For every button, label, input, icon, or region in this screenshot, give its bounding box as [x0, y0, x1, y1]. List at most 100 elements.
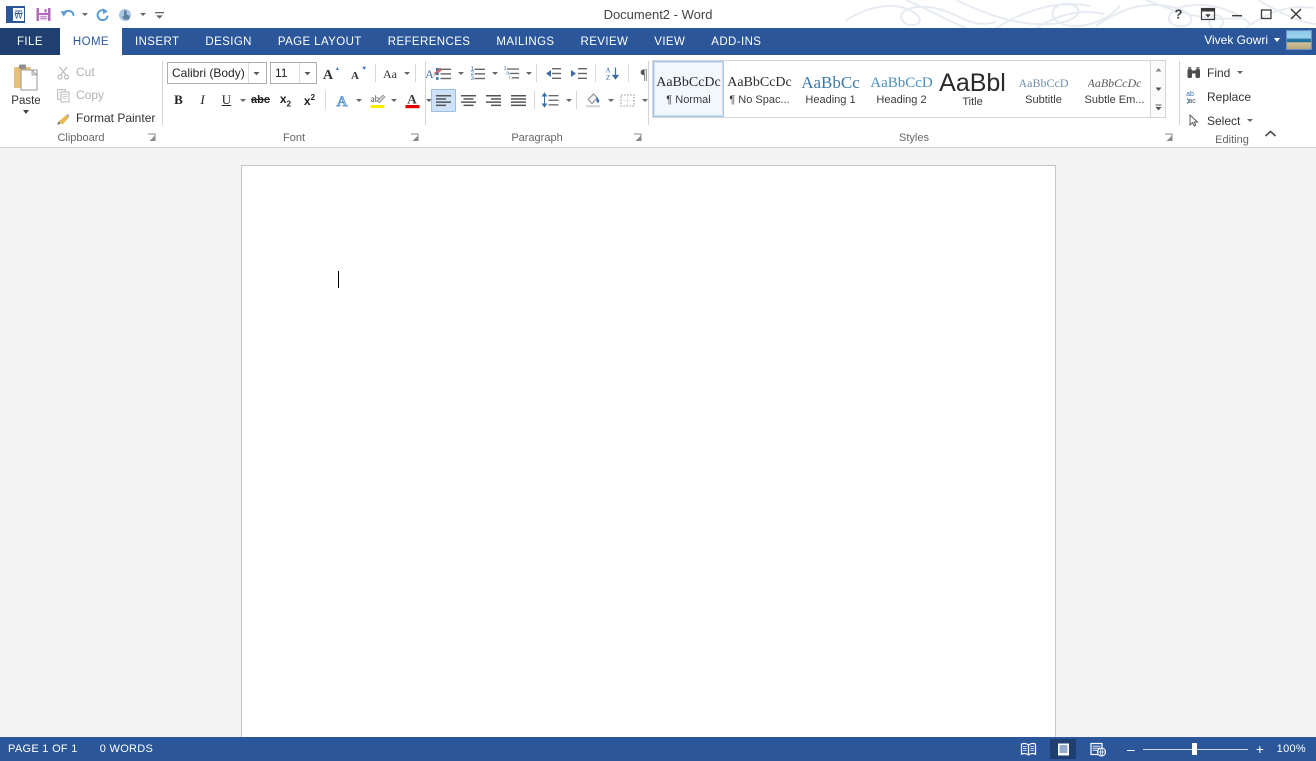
- styles-dialog-launcher[interactable]: [1163, 132, 1175, 144]
- line-spacing-dropdown-icon[interactable]: [564, 89, 573, 111]
- style-item-heading-1[interactable]: AaBbCc Heading 1: [795, 61, 866, 117]
- styles-scroll-buttons[interactable]: [1150, 61, 1165, 117]
- underline-dropdown-icon[interactable]: [238, 89, 247, 111]
- web-layout-button[interactable]: [1085, 739, 1111, 759]
- numbering-button[interactable]: 1 2 3: [465, 62, 499, 85]
- styles-scroll-down-button[interactable]: [1151, 80, 1165, 99]
- numbering-dropdown-icon[interactable]: [490, 62, 499, 84]
- cut-button[interactable]: Cut: [52, 61, 159, 83]
- undo-dropdown-icon[interactable]: [80, 3, 89, 25]
- style-item-subtle-emphasis[interactable]: AaBbCcDc Subtle Em...: [1079, 61, 1150, 117]
- read-mode-button[interactable]: [1015, 739, 1041, 759]
- bold-button[interactable]: B: [167, 89, 190, 112]
- highlight-dropdown-icon[interactable]: [390, 89, 399, 111]
- tab-insert[interactable]: INSERT: [122, 28, 192, 55]
- find-button[interactable]: Find: [1186, 61, 1254, 84]
- style-item-normal[interactable]: AaBbCcDc ¶ Normal: [653, 61, 724, 117]
- replace-button[interactable]: ab ac Replace: [1186, 85, 1254, 108]
- chevron-down-icon[interactable]: [1274, 38, 1280, 42]
- text-effects-dropdown-icon[interactable]: [355, 89, 364, 111]
- zoom-in-button[interactable]: +: [1255, 741, 1265, 757]
- tab-design[interactable]: DESIGN: [192, 28, 265, 55]
- select-button[interactable]: Select: [1186, 109, 1254, 132]
- style-item-subtitle[interactable]: AaBbCcD Subtitle: [1008, 61, 1079, 117]
- decrease-indent-button[interactable]: [540, 62, 566, 85]
- font-name-dropdown-icon[interactable]: [248, 63, 263, 83]
- multilevel-list-dropdown-icon[interactable]: [524, 62, 533, 84]
- undo-button[interactable]: [56, 3, 79, 25]
- paragraph-dialog-launcher[interactable]: [632, 132, 644, 144]
- line-spacing-button[interactable]: [538, 89, 573, 112]
- copy-button[interactable]: Copy: [52, 84, 159, 106]
- grow-font-button[interactable]: A: [318, 62, 344, 85]
- borders-dropdown-icon[interactable]: [640, 89, 649, 111]
- center-button[interactable]: [456, 89, 481, 112]
- tab-mailings[interactable]: MAILINGS: [483, 28, 567, 55]
- shrink-font-button[interactable]: A: [345, 62, 371, 85]
- underline-button[interactable]: U: [215, 89, 247, 112]
- account-area[interactable]: Vivek Gowri: [1204, 30, 1312, 50]
- tab-review[interactable]: REVIEW: [568, 28, 642, 55]
- collapse-ribbon-button[interactable]: [1263, 127, 1278, 145]
- customize-qat-button[interactable]: [148, 3, 171, 25]
- change-case-dropdown-icon[interactable]: [402, 62, 411, 84]
- tab-references[interactable]: REFERENCES: [375, 28, 484, 55]
- document-page[interactable]: [241, 165, 1056, 745]
- zoom-out-button[interactable]: –: [1126, 741, 1136, 757]
- word-count[interactable]: 0 WORDS: [100, 743, 153, 755]
- font-size-combo[interactable]: 11: [270, 62, 317, 84]
- sort-button[interactable]: A Z: [599, 62, 625, 85]
- style-item-no-spacing[interactable]: AaBbCcDc ¶ No Spac...: [724, 61, 795, 117]
- bullets-dropdown-icon[interactable]: [456, 62, 465, 84]
- redo-button[interactable]: [90, 3, 113, 25]
- touch-mode-dropdown-icon[interactable]: [138, 3, 147, 25]
- zoom-level[interactable]: 100%: [1272, 743, 1306, 755]
- print-layout-button[interactable]: [1050, 739, 1076, 759]
- zoom-slider-thumb[interactable]: [1192, 743, 1197, 755]
- tab-view[interactable]: VIEW: [641, 28, 698, 55]
- styles-gallery[interactable]: AaBbCcDc ¶ Normal AaBbCcDc ¶ No Spac... …: [652, 60, 1166, 118]
- restore-button[interactable]: [1251, 1, 1280, 27]
- find-dropdown-icon[interactable]: [1235, 62, 1244, 84]
- strikethrough-button[interactable]: abc: [248, 89, 273, 112]
- shading-button[interactable]: [580, 89, 615, 112]
- avatar[interactable]: [1286, 30, 1312, 50]
- format-painter-button[interactable]: Format Painter: [52, 107, 159, 129]
- style-item-heading-2[interactable]: AaBbCcD Heading 2: [866, 61, 937, 117]
- bullets-button[interactable]: [431, 62, 465, 85]
- paste-button[interactable]: Paste: [0, 59, 52, 114]
- close-button[interactable]: [1280, 1, 1312, 27]
- font-dialog-launcher[interactable]: [409, 132, 421, 144]
- text-highlight-color-button[interactable]: ab: [365, 89, 399, 112]
- tab-add-ins[interactable]: ADD-INS: [698, 28, 774, 55]
- multilevel-list-button[interactable]: 1 a i: [499, 62, 533, 85]
- select-dropdown-icon[interactable]: [1245, 110, 1254, 132]
- tab-home[interactable]: HOME: [59, 28, 122, 55]
- borders-button[interactable]: [615, 89, 649, 112]
- zoom-slider[interactable]: [1143, 743, 1248, 755]
- tab-page-layout[interactable]: PAGE LAYOUT: [265, 28, 375, 55]
- tab-file[interactable]: FILE: [0, 28, 60, 55]
- minimize-button[interactable]: [1222, 1, 1251, 27]
- font-name-combo[interactable]: Calibri (Body): [167, 62, 267, 84]
- styles-more-button[interactable]: [1151, 98, 1165, 117]
- styles-scroll-up-button[interactable]: [1151, 61, 1165, 80]
- ribbon-display-options-button[interactable]: [1193, 1, 1222, 27]
- justify-button[interactable]: [506, 89, 531, 112]
- align-left-button[interactable]: [431, 88, 456, 112]
- page-info[interactable]: PAGE 1 OF 1: [8, 743, 78, 755]
- change-case-button[interactable]: Aa: [380, 62, 411, 85]
- superscript-button[interactable]: x2: [298, 89, 321, 112]
- paste-dropdown-icon[interactable]: [23, 110, 29, 114]
- font-size-dropdown-icon[interactable]: [299, 63, 314, 83]
- increase-indent-button[interactable]: [566, 62, 592, 85]
- save-button[interactable]: [32, 3, 55, 25]
- touch-mode-icon[interactable]: [114, 3, 137, 25]
- align-right-button[interactable]: [481, 89, 506, 112]
- style-item-title[interactable]: AaBbl Title: [937, 61, 1008, 117]
- italic-button[interactable]: I: [191, 89, 214, 112]
- clipboard-dialog-launcher[interactable]: [146, 132, 158, 144]
- text-effects-button[interactable]: A: [330, 89, 364, 112]
- subscript-button[interactable]: x2: [274, 89, 297, 112]
- shading-dropdown-icon[interactable]: [606, 89, 615, 111]
